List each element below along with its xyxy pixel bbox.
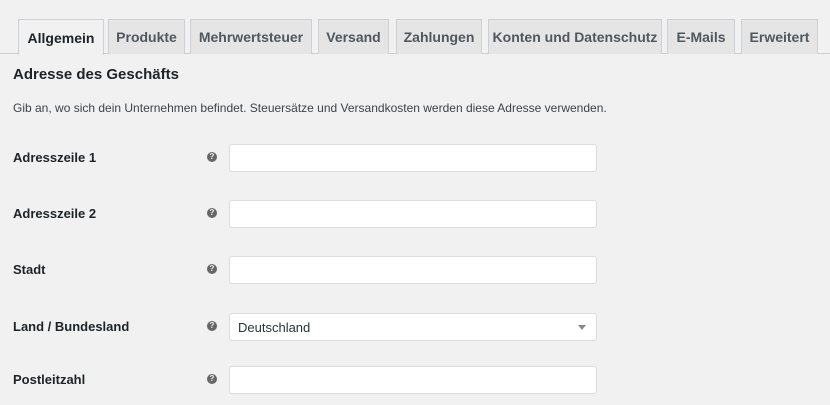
- question-mark-icon[interactable]: ?: [207, 152, 217, 162]
- form-row-address2: Adresszeile 2 ?: [0, 200, 830, 228]
- country-label: Land / Bundesland: [13, 319, 130, 334]
- question-mark-icon[interactable]: ?: [207, 374, 217, 384]
- form-row-country: Land / Bundesland ? Deutschland: [0, 313, 830, 341]
- address2-input[interactable]: [229, 200, 597, 228]
- city-input[interactable]: [229, 256, 597, 284]
- address1-input[interactable]: [229, 144, 597, 172]
- postcode-input[interactable]: [229, 366, 597, 394]
- postcode-label: Postleitzahl: [13, 372, 86, 387]
- question-mark-icon[interactable]: ?: [207, 264, 217, 274]
- address1-label: Adresszeile 1: [13, 150, 97, 165]
- section-title: Adresse des Geschäfts: [13, 66, 179, 83]
- question-mark-icon[interactable]: ?: [207, 208, 217, 218]
- country-selected-value: Deutschland: [238, 319, 311, 335]
- form-row-address1: Adresszeile 1 ?: [0, 144, 830, 172]
- tab-zahlungen[interactable]: Zahlungen: [396, 19, 482, 54]
- country-select[interactable]: Deutschland: [229, 313, 597, 341]
- tab-mehrwertsteuer[interactable]: Mehrwertsteuer: [190, 19, 312, 54]
- tab-allgemein[interactable]: Allgemein: [18, 19, 104, 55]
- tab-erweitert[interactable]: Erweitert: [741, 19, 818, 54]
- tab-produkte[interactable]: Produkte: [108, 19, 185, 54]
- question-mark-icon[interactable]: ?: [207, 321, 217, 331]
- tab-konten-und-datenschutz[interactable]: Konten und Datenschutz: [488, 19, 662, 54]
- chevron-down-icon: [578, 324, 586, 330]
- tab-versand[interactable]: Versand: [318, 19, 389, 54]
- section-description: Gib an, wo sich dein Unternehmen befinde…: [13, 101, 607, 115]
- address2-label: Adresszeile 2: [13, 206, 97, 221]
- city-label: Stadt: [13, 262, 46, 277]
- form-row-postcode: Postleitzahl ?: [0, 366, 830, 394]
- form-row-city: Stadt ?: [0, 256, 830, 284]
- settings-tabs: Allgemein Produkte Mehrwertsteuer Versan…: [0, 0, 830, 55]
- tab-emails[interactable]: E-Mails: [667, 19, 735, 54]
